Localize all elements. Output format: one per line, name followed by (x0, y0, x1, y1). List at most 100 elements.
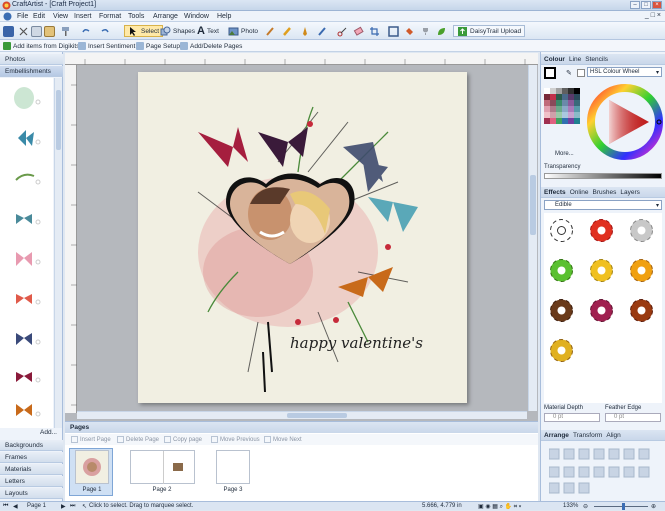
add-delete-pages-button[interactable]: Add/Delete Pages (180, 42, 242, 50)
redo-button[interactable] (100, 25, 113, 37)
vertical-ruler[interactable] (65, 65, 77, 413)
effect-silver-flower[interactable] (628, 217, 655, 244)
tab-photos[interactable]: Photos (0, 54, 63, 65)
previous-page-button[interactable]: ◀ (13, 503, 18, 510)
embellishment-thumb[interactable] (8, 204, 44, 232)
format-painter-button[interactable] (60, 25, 73, 37)
eyedropper-icon[interactable]: ✎ (566, 69, 572, 77)
paste-button[interactable] (44, 25, 55, 37)
fill-tool-button[interactable] (404, 25, 417, 37)
move-previous-button[interactable]: Move Previous (211, 436, 260, 443)
menu-help[interactable]: Help (217, 13, 231, 20)
tab-effects[interactable]: Effects (544, 189, 566, 196)
cut-button[interactable] (18, 25, 31, 37)
paintbrush-tool-button[interactable] (265, 25, 278, 37)
no-fill-swatch[interactable] (577, 69, 585, 77)
menu-tools[interactable]: Tools (128, 13, 144, 20)
daisytrail-upload-button[interactable]: DaisyTrail Upload (453, 25, 526, 37)
effect-red-flower[interactable] (588, 217, 615, 244)
minimize-button[interactable]: – (630, 1, 640, 9)
canvas-horizontal-scrollbar[interactable] (77, 411, 527, 419)
embellishment-thumb[interactable] (8, 284, 44, 312)
tab-materials[interactable]: Materials (0, 464, 63, 475)
trophy-tool-button[interactable] (420, 25, 433, 37)
valentine-caption[interactable]: happy valentine's (290, 334, 423, 352)
save-button[interactable] (3, 25, 14, 37)
embellishment-thumb[interactable] (8, 164, 44, 192)
insert-page-button[interactable]: Insert Page (71, 436, 111, 443)
menu-insert[interactable]: Insert (74, 13, 92, 20)
last-page-button[interactable]: ⏭ (70, 503, 75, 510)
feather-edge-input[interactable]: 0 pt (605, 413, 661, 422)
tab-align[interactable]: Align (606, 432, 620, 439)
page-setup-button[interactable]: Page Setup (136, 42, 180, 50)
copy-page-button[interactable]: Copy page (164, 436, 202, 443)
effect-outline-flower[interactable] (548, 217, 575, 244)
page-thumb-3[interactable] (216, 450, 250, 484)
embellishment-thumb[interactable] (8, 124, 44, 152)
effect-gold-flower[interactable] (548, 337, 575, 364)
menu-edit[interactable]: Edit (33, 13, 45, 20)
pencil-tool-button[interactable] (317, 25, 330, 37)
effect-chocolate-flower[interactable] (548, 297, 575, 324)
zoom-out-button[interactable]: ⊖ (583, 503, 588, 510)
colour-mode-dropdown[interactable]: HSL Colour Wheel ▾ (587, 67, 662, 77)
tab-layers[interactable]: Layers (620, 189, 640, 196)
embellishment-thumb[interactable] (8, 362, 44, 390)
embellishment-scrollbar[interactable] (54, 78, 62, 428)
material-depth-input[interactable]: 0 pt (544, 413, 600, 422)
tab-transform[interactable]: Transform (573, 432, 602, 439)
next-page-button[interactable]: ▶ (61, 503, 66, 510)
effect-yellow-flower[interactable] (588, 257, 615, 284)
zoom-slider[interactable] (594, 503, 648, 510)
add-items-button[interactable]: Add items from Digikits (3, 42, 79, 50)
tab-colour[interactable]: Colour (544, 56, 565, 63)
menu-view[interactable]: View (53, 13, 68, 20)
page-thumb-1[interactable] (75, 450, 109, 484)
delete-page-button[interactable]: Delete Page (117, 436, 159, 443)
tab-layouts[interactable]: Layouts (0, 488, 63, 499)
tab-stencils[interactable]: Stencils (585, 56, 608, 63)
leaf-tool-button[interactable] (436, 25, 449, 37)
add-embellishment-button[interactable]: Add... (40, 429, 57, 436)
effect-green-flower[interactable] (548, 257, 575, 284)
tab-brushes[interactable]: Brushes (592, 189, 616, 196)
photo-tool-button[interactable]: Photo (228, 25, 258, 37)
first-page-button[interactable]: ⏮ (3, 503, 8, 510)
text-tool-button[interactable]: A Text (197, 25, 219, 37)
tab-letters[interactable]: Letters (0, 476, 63, 487)
colour-palette[interactable] (543, 87, 580, 136)
frame-tool-button[interactable] (388, 25, 401, 37)
transparency-slider[interactable] (544, 173, 662, 179)
effects-category-dropdown[interactable]: Edible ▾ (544, 200, 662, 210)
close-button[interactable]: × (652, 1, 662, 9)
hsl-colour-wheel[interactable] (587, 84, 663, 160)
tab-arrange[interactable]: Arrange (544, 432, 569, 439)
tab-frames[interactable]: Frames (0, 452, 63, 463)
horizontal-ruler[interactable] (65, 53, 538, 65)
zoom-in-button[interactable]: ⊕ (651, 503, 656, 510)
scissors-tool-button[interactable] (337, 25, 350, 37)
more-colours-link[interactable]: More... (555, 151, 574, 157)
canvas-vertical-scrollbar[interactable] (528, 65, 537, 411)
mdi-window-buttons[interactable]: _ □ × (645, 12, 661, 19)
effect-brown-flower[interactable] (628, 297, 655, 324)
stamp-tool-button[interactable] (282, 25, 295, 37)
menu-arrange[interactable]: Arrange (153, 13, 178, 20)
crop-tool-button[interactable] (369, 25, 382, 37)
menu-file[interactable]: File (17, 13, 28, 20)
select-tool-button[interactable]: Select (124, 25, 164, 37)
menu-window[interactable]: Window (184, 13, 209, 20)
eraser-tool-button[interactable] (353, 25, 366, 37)
tab-line[interactable]: Line (569, 56, 581, 63)
fill-colour-swatch[interactable] (544, 67, 556, 79)
embellishment-thumb[interactable] (8, 324, 44, 352)
pen-tool-button[interactable] (300, 25, 313, 37)
valentine-artwork[interactable]: happy valentine's (138, 72, 467, 403)
copy-button[interactable] (31, 25, 42, 37)
effect-orange-flower[interactable] (628, 257, 655, 284)
menu-format[interactable]: Format (99, 13, 121, 20)
shapes-tool-button[interactable]: Shapes (160, 25, 195, 37)
insert-sentiment-button[interactable]: Insert Sentiment (78, 42, 135, 50)
tab-backgrounds[interactable]: Backgrounds (0, 440, 63, 451)
